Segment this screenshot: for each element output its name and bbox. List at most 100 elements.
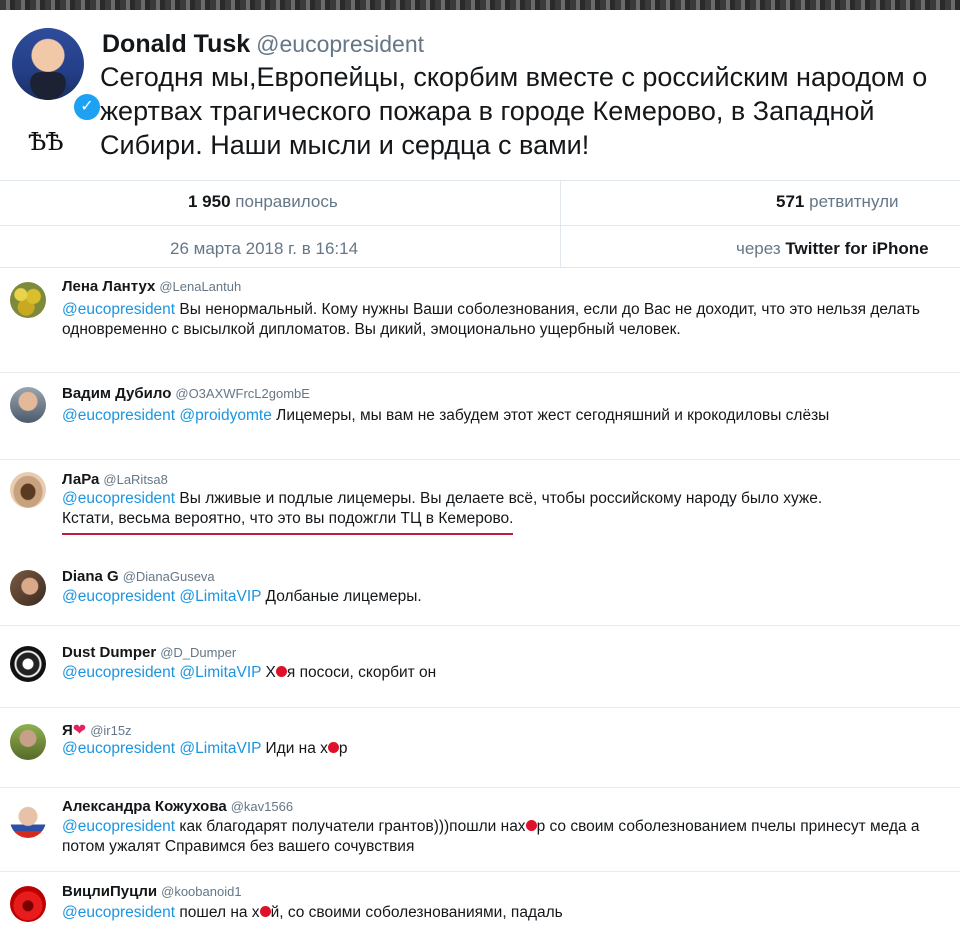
main-author-handle[interactable]: @eucopresident (256, 31, 424, 57)
reply-author-name[interactable]: Я (62, 722, 73, 739)
mention-link[interactable]: @LimitaVIP (179, 664, 261, 681)
reply-author-name[interactable]: ВицлиПуцли (62, 883, 157, 900)
reply-item[interactable]: Diana G @DianaGuseva @eucopresident @Limi… (0, 562, 960, 624)
heart-icon: ❤ (72, 722, 87, 739)
mention-link[interactable]: @eucopresident (62, 588, 175, 605)
reply-item[interactable]: ЛаРа @LaRitsa8 @eucopresident Вы лживые и… (0, 460, 960, 562)
mention-link[interactable]: @eucopresident (62, 664, 175, 681)
main-tweet-text: Сегодня мы,Европейцы, скорбим вместе с р… (100, 62, 928, 160)
reply-author-handle[interactable]: @ir15z (90, 723, 131, 738)
mention-link[interactable]: @eucopresident (62, 490, 175, 507)
underlined-sentence: Кстати, весьма вероятно, что это вы подо… (62, 509, 514, 535)
mention-link[interactable]: @proidyomte (179, 407, 271, 424)
reply-author: Лена Лантух @LenaLantuh (62, 278, 241, 296)
reply-author-handle[interactable]: @kav1566 (231, 799, 293, 814)
tweet-source: через Twitter for iPhone (736, 239, 929, 259)
reply-text: @eucopresident @LimitaVIP Иди на х р (62, 739, 942, 759)
main-author-name[interactable]: Donald Tusk (102, 30, 250, 58)
avatar[interactable] (10, 802, 46, 838)
main-tweet: ✓ ѢѢ Donald Tusk @eucopresident Сегодня м… (0, 10, 960, 180)
reply-text: @eucopresident @proidyomte Лицемеры, мы … (62, 406, 942, 426)
reply-body-end: й, со своими соболезнованиями, падаль (270, 904, 563, 921)
reply-item[interactable]: Вадим Дубило @O3AXWFrcL2gombE @eucopresid… (0, 373, 960, 459)
reply-author: Александра Кожухова @kav1566 (62, 798, 293, 816)
avatar[interactable] (10, 387, 46, 423)
reply-author-name[interactable]: ЛаРа (62, 471, 99, 488)
reply-item[interactable]: Я❤ @ir15z @eucopresident @LimitaVIP Иди н… (0, 708, 960, 786)
reply-body-end: р (338, 740, 348, 757)
avatar[interactable] (10, 282, 46, 318)
retweets-count: 571 (776, 192, 805, 211)
avatar[interactable] (10, 886, 46, 922)
redaction-dot (327, 742, 339, 754)
reply-body-start: Иди на х (261, 740, 328, 757)
reply-body-end: я пососи, скорбит он (286, 664, 437, 681)
reply-author: Diana G @DianaGuseva (62, 568, 215, 586)
profile-symbol: ѢѢ (28, 128, 64, 156)
verified-badge-icon: ✓ (72, 92, 102, 122)
reply-text: @eucopresident пошел на х й, со своими со… (62, 903, 942, 923)
mention-link[interactable]: @eucopresident (62, 301, 175, 318)
reply-text: @eucopresident Вы лживые и подлые лицеме… (62, 489, 942, 535)
reply-body: Вы лживые и подлые лицемеры. Вы делаете … (175, 490, 823, 507)
retweets-label: ретвитнули (809, 192, 899, 211)
main-avatar[interactable]: ✓ (12, 28, 102, 122)
avatar[interactable] (10, 472, 46, 508)
reply-author: ВицлиПуцли @koobanoid1 (62, 883, 242, 901)
retweets-stat[interactable]: 571 ретвитнули (776, 192, 898, 212)
torn-paper-edge (0, 0, 960, 10)
mention-link[interactable]: @eucopresident (62, 904, 175, 921)
reply-author-handle[interactable]: @D_Dumper (160, 645, 236, 660)
reply-text: @eucopresident как благодарят получатели… (62, 817, 942, 857)
reply-text: @eucopresident @LimitaVIP Хя пососи, ско… (62, 663, 942, 683)
reply-author-name[interactable]: Dust Dumper (62, 644, 156, 661)
avatar-suit (30, 72, 66, 100)
redaction-dot (275, 666, 287, 678)
reply-author-handle[interactable]: @DianaGuseva (123, 569, 215, 584)
reply-body-start: Х (261, 664, 276, 681)
likes-label: понравилось (235, 192, 338, 211)
redaction-dot (259, 906, 271, 918)
mention-link[interactable]: @LimitaVIP (179, 588, 261, 605)
reply-author-handle[interactable]: @LenaLantuh (159, 279, 241, 294)
reply-author: Вадим Дубило @O3AXWFrcL2gombE (62, 385, 310, 403)
reply-body-start: пошел на х (175, 904, 260, 921)
mention-link[interactable]: @eucopresident (62, 740, 175, 757)
reply-item[interactable]: Dust Dumper @D_Dumper @eucopresident @Lim… (0, 626, 960, 706)
reply-text: @eucopresident @LimitaVIP Долбаные лицем… (62, 587, 942, 607)
via-label: через (736, 239, 781, 258)
reply-text: @eucopresident Вы ненормальный. Кому нуж… (62, 300, 942, 340)
reply-body-start: как благодарят получатели грантов)))пошл… (175, 818, 526, 835)
likes-count: 1 950 (188, 192, 231, 211)
mention-link[interactable]: @eucopresident (62, 818, 175, 835)
mention-link[interactable]: @LimitaVIP (179, 740, 261, 757)
reply-author-name[interactable]: Вадим Дубило (62, 385, 171, 402)
reply-body: Лицемеры, мы вам не забудем этот жест се… (271, 407, 830, 424)
reply-author-handle[interactable]: @O3AXWFrcL2gombE (175, 386, 310, 401)
mention-link[interactable]: @eucopresident (62, 407, 175, 424)
redaction-dot (525, 820, 537, 832)
reply-author: ЛаРа @LaRitsa8 (62, 471, 168, 489)
reply-item[interactable]: Александра Кожухова @kav1566 @eucopreside… (0, 788, 960, 870)
reply-item[interactable]: ВицлиПуцли @koobanoid1 @eucopresident пош… (0, 872, 960, 936)
reply-author-handle[interactable]: @LaRitsa8 (103, 472, 168, 487)
reply-author-name[interactable]: Лена Лантух (62, 278, 155, 295)
avatar[interactable] (10, 646, 46, 682)
reply-item[interactable]: Лена Лантух @LenaLantuh @eucopresident Вы… (0, 268, 960, 372)
reply-author: Dust Dumper @D_Dumper (62, 644, 236, 662)
reply-body: Вы ненормальный. Кому нужны Ваши соболез… (62, 301, 921, 338)
avatar[interactable] (10, 724, 46, 760)
reply-author: Я❤ @ir15z (62, 720, 132, 740)
stat-divider (560, 181, 561, 267)
divider (0, 225, 960, 226)
main-author: Donald Tusk @eucopresident (102, 30, 424, 59)
reply-author-handle[interactable]: @koobanoid1 (161, 884, 241, 899)
avatar[interactable] (10, 570, 46, 606)
likes-stat[interactable]: 1 950 понравилось (188, 192, 338, 212)
via-client[interactable]: Twitter for iPhone (785, 239, 928, 258)
reply-author-name[interactable]: Александра Кожухова (62, 798, 227, 815)
divider (0, 180, 960, 181)
reply-author-name[interactable]: Diana G (62, 568, 119, 585)
tweet-date: 26 марта 2018 г. в 16:14 (170, 239, 359, 258)
reply-body: Долбаные лицемеры. (261, 588, 422, 605)
